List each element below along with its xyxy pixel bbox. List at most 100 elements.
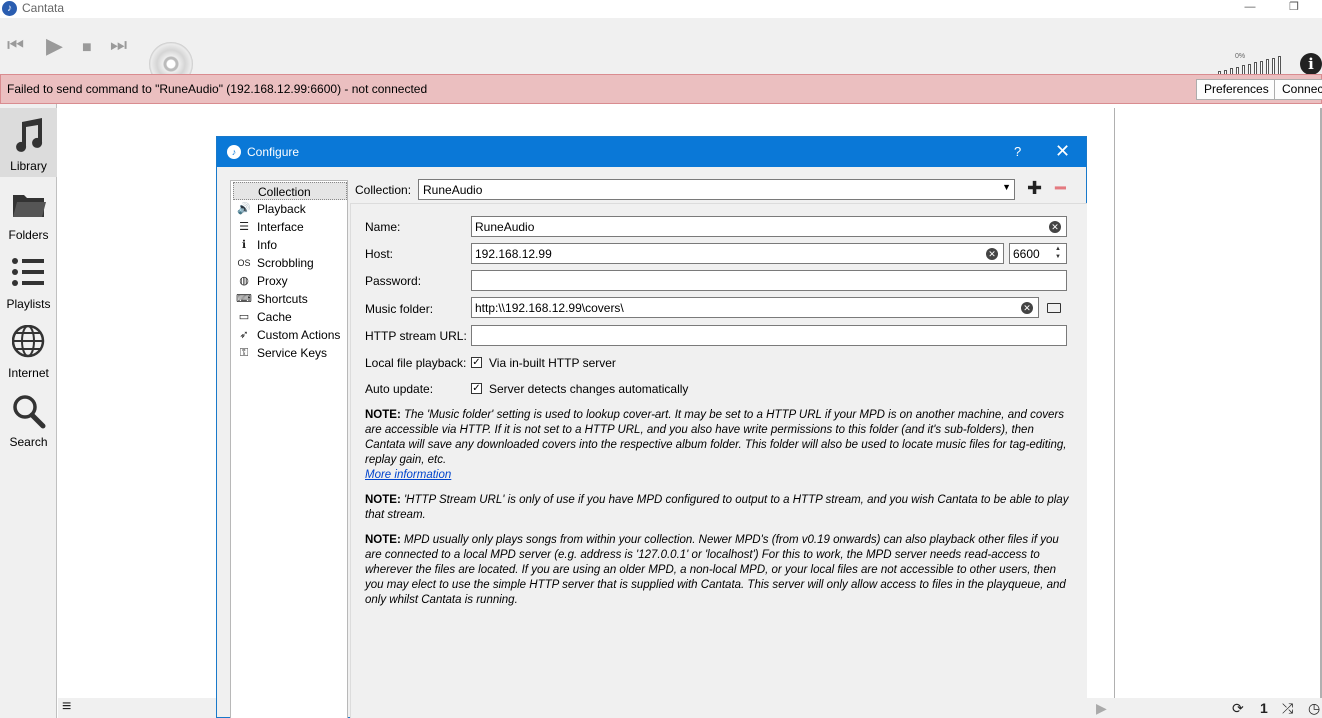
nav-item-label: Custom Actions <box>257 328 341 342</box>
name-label: Name: <box>365 220 401 234</box>
clear-icon[interactable]: ✕ <box>986 248 998 260</box>
info-icon[interactable]: i <box>1300 53 1322 75</box>
http-stream-url-label: HTTP stream URL: <box>365 329 467 343</box>
music-folder-note: NOTE: The 'Music folder' setting is used… <box>365 408 1075 483</box>
nav-item-interface[interactable]: ☰ Interface <box>233 218 347 236</box>
collection-select[interactable]: RuneAudio ▼ <box>418 179 1015 200</box>
nav-item-service-keys[interactable]: ⚿ Service Keys <box>233 344 347 362</box>
host-field[interactable]: 192.168.12.99 ✕ <box>471 243 1004 264</box>
music-folder-field[interactable]: http:\\192.168.12.99\covers\ ✕ <box>471 297 1039 318</box>
http-stream-url-field[interactable] <box>471 325 1067 346</box>
window-title: Cantata <box>22 1 65 15</box>
sidebar-item-label: Search <box>9 435 48 449</box>
http-server-checkbox-label[interactable]: Via in-built HTTP server <box>489 356 616 370</box>
play-queue-arrow-icon[interactable]: ▶ <box>1096 700 1107 717</box>
single-mode-icon[interactable]: 1 <box>1260 700 1268 716</box>
note-text: The 'Music folder' setting is used to lo… <box>365 409 1067 466</box>
nav-item-scrobbling[interactable]: OS Scrobbling <box>233 254 347 272</box>
folder-icon: ▭ <box>238 311 250 323</box>
key-icon: ⚿ <box>239 347 249 359</box>
clear-icon[interactable]: ✕ <box>1049 221 1061 233</box>
globe-icon: ◍ <box>239 275 249 287</box>
keyboard-icon: ⌨ <box>236 293 252 305</box>
sidebar-item-label: Library <box>10 159 47 173</box>
auto-update-label: Auto update: <box>365 382 434 396</box>
music-folder-value: http:\\192.168.12.99\covers\ <box>475 301 624 315</box>
http-server-checkbox[interactable]: ✓ <box>471 357 482 368</box>
remove-collection-icon[interactable]: ━ <box>1055 178 1066 199</box>
nav-item-collection[interactable]: Collection <box>233 182 347 200</box>
collection-label: Collection: <box>355 183 412 197</box>
previous-track-icon[interactable]: ⏮ <box>7 36 24 56</box>
sidebar-item-label: Internet <box>8 366 49 380</box>
error-message-bar: Failed to send command to "RuneAudio" (1… <box>0 74 1322 104</box>
stop-icon[interactable]: ■ <box>82 38 92 58</box>
globe-icon <box>12 325 45 358</box>
pane-divider[interactable] <box>1114 108 1115 698</box>
nav-item-proxy[interactable]: ◍ Proxy <box>233 272 347 290</box>
sidebar-item-internet[interactable]: Internet <box>0 315 57 384</box>
name-field[interactable]: RuneAudio ✕ <box>471 216 1067 237</box>
shuffle-icon[interactable]: ⤮ <box>1282 700 1293 717</box>
note-text: 'HTTP Stream URL' is only of use if you … <box>365 494 1069 521</box>
dialog-title-bar: ♪ Configure ? ✕ <box>217 137 1086 167</box>
auto-update-checkbox[interactable]: ✓ <box>471 383 482 394</box>
http-stream-note: NOTE: 'HTTP Stream URL' is only of use i… <box>365 493 1075 523</box>
host-label: Host: <box>365 247 394 261</box>
sliders-icon: ☰ <box>239 221 249 233</box>
music-folder-label: Music folder: <box>365 302 434 316</box>
nav-item-shortcuts[interactable]: ⌨ Shortcuts <box>233 290 347 308</box>
host-field-value: 192.168.12.99 <box>475 247 552 261</box>
local-playback-note: NOTE: MPD usually only plays songs from … <box>365 533 1075 608</box>
sidebar-item-library[interactable]: Library <box>0 108 57 177</box>
note-text: MPD usually only plays songs from within… <box>365 534 1066 606</box>
cantata-logo-icon: ♪ <box>2 1 17 16</box>
browse-folder-icon[interactable] <box>1047 303 1061 313</box>
name-field-value: RuneAudio <box>475 220 535 234</box>
rocket-icon: ➶ <box>239 329 249 341</box>
close-button[interactable]: ✕ <box>1055 141 1070 162</box>
password-field[interactable] <box>471 270 1067 291</box>
sidebar-item-folders[interactable]: Folders <box>0 177 57 246</box>
playback-toolbar: ⏮ ▶ ■ ⏭ 0% i <box>0 18 1322 86</box>
preferences-button[interactable]: Preferences <box>1196 79 1277 100</box>
help-button[interactable]: ? <box>1014 144 1021 159</box>
local-file-playback-label: Local file playback: <box>365 356 467 370</box>
more-information-link[interactable]: More information <box>365 469 451 481</box>
next-track-icon[interactable]: ⏭ <box>110 36 127 56</box>
collection-select-value: RuneAudio <box>423 183 483 197</box>
sidebar: Library Folders Playlists Internet Searc… <box>0 104 57 718</box>
stop-after-icon[interactable]: ◷ <box>1308 700 1320 717</box>
nav-item-playback[interactable]: 🔊 Playback <box>233 200 347 218</box>
volume-percent: 0% <box>1235 53 1246 60</box>
repeat-icon[interactable]: ⟳ <box>1232 700 1244 717</box>
error-message: Failed to send command to "RuneAudio" (1… <box>7 82 428 96</box>
music-note-icon <box>16 118 43 152</box>
folder-icon <box>13 195 46 217</box>
sidebar-item-label: Playlists <box>6 297 51 311</box>
restore-button[interactable]: ❐ <box>1274 0 1314 18</box>
nav-item-label: Collection <box>258 185 311 199</box>
volume-control[interactable]: 0% <box>1218 53 1296 75</box>
play-icon[interactable]: ▶ <box>46 35 63 57</box>
auto-update-checkbox-label[interactable]: Server detects changes automatically <box>489 382 688 396</box>
nav-item-label: Shortcuts <box>257 292 308 306</box>
sidebar-item-search[interactable]: Search <box>0 384 57 453</box>
port-spinbox[interactable]: 6600 ▲ ▼ <box>1009 243 1067 264</box>
nav-item-label: Scrobbling <box>257 256 314 270</box>
minimize-button[interactable]: — <box>1230 0 1270 18</box>
title-bar: ♪ Cantata — ❐ <box>0 0 1322 18</box>
add-collection-icon[interactable]: ✚ <box>1027 178 1042 199</box>
sidebar-item-playlists[interactable]: Playlists <box>0 246 57 315</box>
collection-settings-panel: Name: RuneAudio ✕ Host: 192.168.12.99 ✕ … <box>350 203 1087 718</box>
clear-icon[interactable]: ✕ <box>1021 302 1033 314</box>
lastfm-icon: OS <box>237 258 251 268</box>
nav-item-info[interactable]: ℹ Info <box>233 236 347 254</box>
spinner-arrows-icon[interactable]: ▲ ▼ <box>1051 245 1065 262</box>
menu-icon[interactable]: ≡ <box>62 698 71 716</box>
password-label: Password: <box>365 274 422 288</box>
nav-item-cache[interactable]: ▭ Cache <box>233 308 347 326</box>
connect-button[interactable]: Connect <box>1274 79 1322 100</box>
nav-item-label: Playback <box>257 202 306 216</box>
nav-item-custom-actions[interactable]: ➶ Custom Actions <box>233 326 347 344</box>
